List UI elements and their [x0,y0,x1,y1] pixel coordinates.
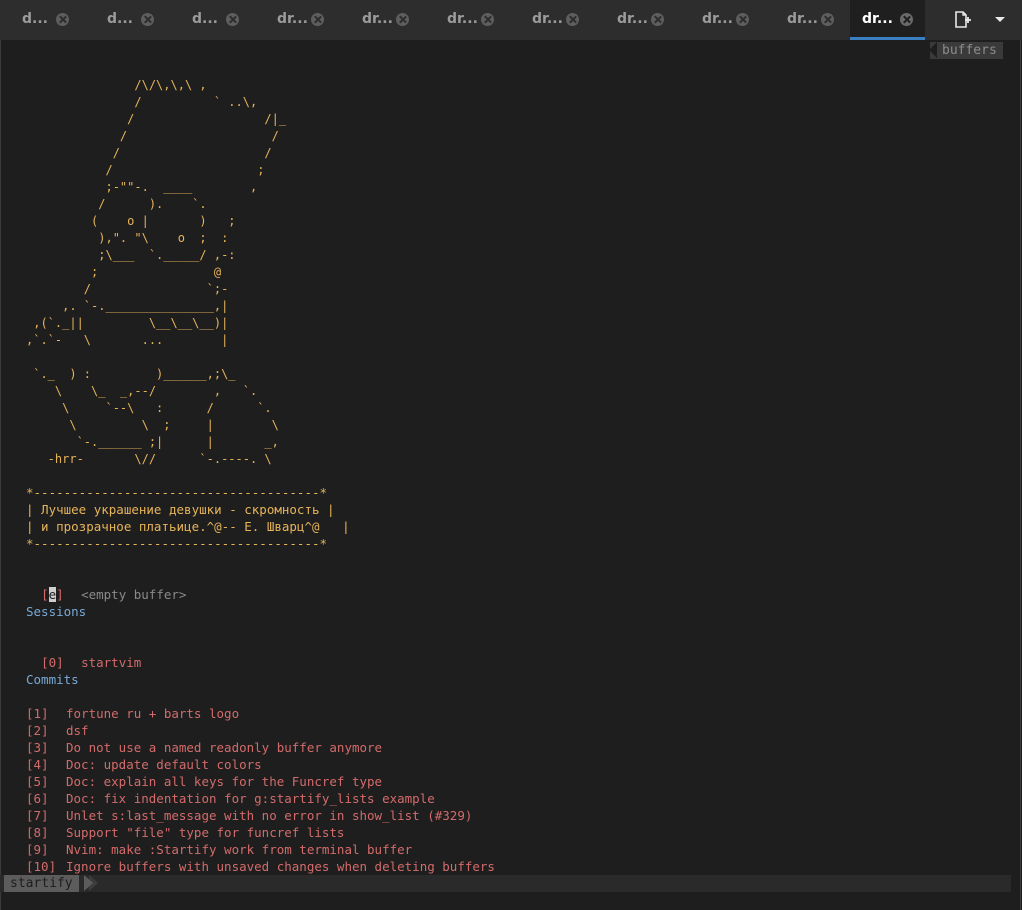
commit-entry[interactable]: [2] dsf [26,722,89,739]
cursor-block: e [48,587,57,602]
close-icon[interactable] [481,13,494,26]
status-line: startify [0,875,1011,892]
tab[interactable]: dr... [595,0,680,40]
bracket: [ [41,587,49,602]
commit-entry[interactable]: [9] Nvim: make :Startify work from termin… [26,841,412,858]
entry-index: [0] [41,655,64,670]
entry-label: <empty buffer> [81,587,187,602]
status-separator [84,875,93,891]
entry-label: Doc: update default colors [66,757,262,772]
status-mode: startify [4,875,79,892]
close-icon[interactable] [396,13,409,26]
tab-bar: d... d... d... dr... dr... dr... dr... d… [0,0,1022,40]
entry-index: [5] [26,774,49,789]
entry-index: [8] [26,825,49,840]
tab-label: dr... [862,11,893,27]
commit-entry[interactable]: [8] Support "file" type for funcref lists [26,824,344,841]
chevron-down-icon [995,17,1005,22]
commit-entry[interactable]: [5] Doc: explain all keys for the Funcref… [26,773,382,790]
entry-label: Unlet s:last_message with no error in sh… [66,808,473,823]
tab-label: d... [192,11,218,27]
tab-label: d... [22,11,48,27]
close-icon[interactable] [311,13,324,26]
close-icon[interactable] [651,13,664,26]
close-icon[interactable] [821,13,834,26]
sessions-header: Sessions [26,604,87,619]
commit-entry[interactable]: [7] Unlet s:last_message with no error in… [26,807,472,824]
entry-index: [3] [26,740,49,755]
close-icon[interactable] [226,13,239,26]
entry-label: Doc: explain all keys for the Funcref ty… [66,774,383,789]
entry-label: Doc: fix indentation for g:startify_list… [66,791,435,806]
new-tab-button[interactable] [952,11,972,29]
entry-label: dsf [66,723,89,738]
tab[interactable]: dr... [340,0,425,40]
entry-index: [2] [26,723,49,738]
empty-buffer-entry[interactable]: [e] <empty buffer> [26,569,186,603]
tab-label: dr... [447,11,478,27]
entry-label: Nvim: make :Startify work from terminal … [66,842,413,857]
tab[interactable]: dr... [425,0,510,40]
entry-label: Do not use a named readonly buffer anymo… [66,740,383,755]
buffers-indicator[interactable]: buffers [929,42,1003,59]
tab[interactable]: dr... [255,0,340,40]
tab-label: dr... [787,11,818,27]
tab-label: dr... [617,11,648,27]
commit-entry[interactable]: [1] fortune ru + barts logo [26,705,239,722]
tab-label: dr... [532,11,563,27]
bracket: ] [56,587,64,602]
close-icon[interactable] [566,13,579,26]
new-document-icon [955,11,971,28]
entry-label: startvim [81,655,142,670]
commit-entry[interactable]: [4] Doc: update default colors [26,756,262,773]
close-icon[interactable] [141,13,154,26]
entry-index: [7] [26,808,49,823]
entry-index: [10] [26,859,57,874]
entry-label: fortune ru + barts logo [66,706,240,721]
tab-label: d... [107,11,133,27]
entry-index: [9] [26,842,49,857]
entry-index: [4] [26,757,49,772]
commits-header: Commits [26,672,79,687]
tab[interactable]: dr... [680,0,765,40]
fortune-quote: *--------------------------------------*… [26,485,350,551]
session-entry[interactable]: [0] startvim [26,637,141,671]
close-icon[interactable] [736,13,749,26]
close-icon[interactable] [900,13,913,26]
entry-label: Support "file" type for funcref lists [66,825,345,840]
entry-index: [6] [26,791,49,806]
tab-menu-button[interactable] [990,11,1010,29]
tab[interactable]: d... [170,0,255,40]
entry-label: Ignore buffers with unsaved changes when… [66,859,495,874]
tab[interactable]: d... [0,0,85,40]
tab-active[interactable]: dr... [850,0,925,40]
commit-entry[interactable]: [10] Ignore buffers with unsaved changes … [26,858,495,875]
ascii-art-logo: /\/\,\,\ , / ` ..\, / /|_ / / / / / ; ;-… [26,78,287,466]
tab[interactable]: dr... [510,0,595,40]
tab[interactable]: dr... [765,0,850,40]
entry-index: [1] [26,706,49,721]
commit-entry[interactable]: [3] Do not use a named readonly buffer an… [26,739,382,756]
close-icon[interactable] [56,13,69,26]
commit-entry[interactable]: [6] Doc: fix indentation for g:startify_l… [26,790,435,807]
entry-index: [e] [41,586,81,603]
tab-label: dr... [702,11,733,27]
tab-label: dr... [277,11,308,27]
tab[interactable]: d... [85,0,170,40]
tab-label: dr... [362,11,393,27]
